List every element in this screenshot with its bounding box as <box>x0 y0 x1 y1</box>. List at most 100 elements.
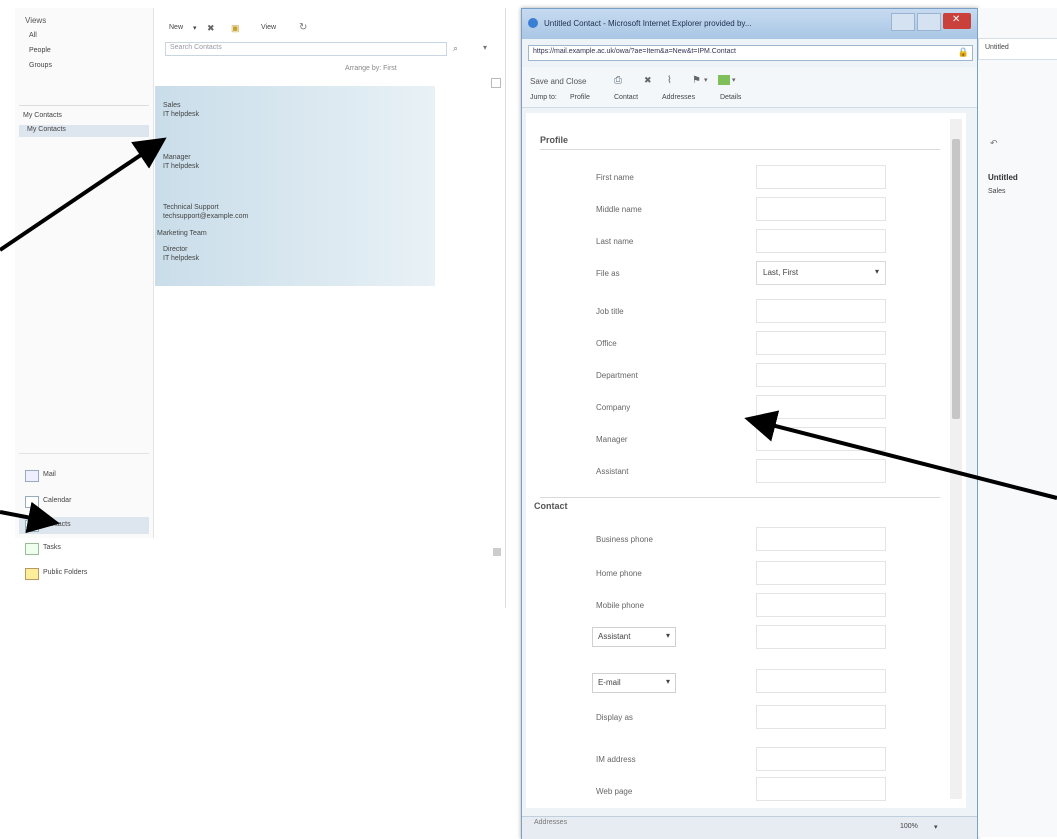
manager-field[interactable] <box>756 427 886 451</box>
refresh-icon[interactable]: ↻ <box>299 22 307 33</box>
last-name-field[interactable] <box>756 229 886 253</box>
search-placeholder: Search Contacts <box>170 44 222 51</box>
folder-my-contacts[interactable]: My Contacts <box>19 125 149 137</box>
close-button[interactable]: ✕ <box>943 13 971 29</box>
zoom-level[interactable]: 100% <box>900 823 918 830</box>
view-button[interactable]: View <box>261 24 276 31</box>
assistant-phone-field[interactable] <box>756 625 886 649</box>
job-title-field[interactable] <box>756 299 886 323</box>
phone-type-value: Assistant <box>598 632 631 641</box>
list-item[interactable]: Sales IT helpdesk <box>163 102 199 118</box>
tab-details[interactable]: Details <box>720 94 741 101</box>
web-page-field[interactable] <box>756 777 886 801</box>
save-close-button[interactable]: Save and Close <box>530 77 586 86</box>
lock-icon: 🔒 <box>957 47 969 57</box>
chevron-down-icon[interactable]: ▾ <box>934 823 938 831</box>
nav-public-folders[interactable]: Public Folders <box>23 566 143 582</box>
nav-mail[interactable]: Mail <box>23 468 143 484</box>
chevron-down-icon: ▾ <box>665 631 670 640</box>
folder-icon[interactable]: ▣ <box>231 23 240 34</box>
print-icon[interactable]: ⎙ <box>614 75 622 86</box>
arrange-by[interactable]: Arrange by: First <box>345 65 397 72</box>
mobile-phone-field[interactable] <box>756 593 886 617</box>
address-bar[interactable]: https://mail.example.ac.uk/owa/?ae=Item&… <box>528 45 973 61</box>
contact-detail: IT helpdesk <box>163 255 200 262</box>
address-text: https://mail.example.ac.uk/owa/?ae=Item&… <box>533 48 736 55</box>
close-icon: ✕ <box>952 14 961 25</box>
home-phone-field[interactable] <box>756 561 886 585</box>
list-item[interactable]: Director IT helpdesk <box>163 246 199 262</box>
flag-icon[interactable]: ⚑ <box>692 75 701 86</box>
divider <box>19 105 149 106</box>
email-field[interactable] <box>756 669 886 693</box>
section-contact: Contact <box>534 501 568 511</box>
tab-profile[interactable]: Profile <box>570 94 590 101</box>
divider <box>540 497 940 498</box>
contact-list-pane: New ▾ ✖ ▣ View ↻ Search Contacts ⌕ ▾ Arr… <box>155 8 506 608</box>
company-field[interactable] <box>756 395 886 419</box>
nav-mail-label: Mail <box>43 471 56 478</box>
maximize-button[interactable] <box>917 13 941 31</box>
office-field[interactable] <box>756 331 886 355</box>
scrollbar-thumb[interactable] <box>952 139 960 419</box>
scroll-up-icon[interactable] <box>491 78 501 88</box>
chevron-down-icon[interactable]: ▾ <box>732 76 736 84</box>
divider <box>540 149 940 150</box>
calendar-icon <box>25 496 39 508</box>
search-icon[interactable]: ⌕ <box>453 43 458 54</box>
display-as-field[interactable] <box>756 705 886 729</box>
file-as-select[interactable]: Last, First ▾ <box>756 261 886 285</box>
department-label: Department <box>596 371 638 380</box>
contact-form: Profile First name Middle name Last name… <box>526 113 966 808</box>
scroll-down-icon[interactable] <box>493 548 501 556</box>
navigation-pane: Views All People Groups My Contacts My C… <box>15 8 154 538</box>
nav-contacts[interactable]: Contacts <box>19 517 149 534</box>
tab-contact[interactable]: Contact <box>614 94 638 101</box>
nav-item-all[interactable]: All <box>29 32 37 39</box>
chevron-down-icon[interactable]: ▾ <box>483 43 487 52</box>
first-name-label: First name <box>596 173 634 182</box>
email-type-select[interactable]: E-mail ▾ <box>592 673 676 693</box>
nav-public-folders-label: Public Folders <box>43 569 88 576</box>
chevron-down-icon[interactable]: ▾ <box>193 24 197 32</box>
vertical-scrollbar[interactable] <box>950 119 962 799</box>
chevron-down-icon[interactable]: ▾ <box>704 76 708 84</box>
nav-item-groups[interactable]: Groups <box>29 62 52 69</box>
search-input[interactable]: Search Contacts <box>165 42 447 56</box>
business-phone-field[interactable] <box>756 527 886 551</box>
x-icon[interactable]: ✖ <box>207 23 215 34</box>
public-folders-icon <box>25 568 39 580</box>
jump-to-label: Jump to: <box>530 94 557 101</box>
phone-type-select[interactable]: Assistant ▾ <box>592 627 676 647</box>
nav-calendar-label: Calendar <box>43 497 72 504</box>
contact-name: Manager <box>163 154 191 161</box>
section-addresses-peek: Addresses <box>534 819 568 826</box>
list-item[interactable]: Manager IT helpdesk <box>163 154 199 170</box>
tab-addresses[interactable]: Addresses <box>662 94 695 101</box>
chevron-down-icon: ▾ <box>874 267 879 276</box>
reply-icon[interactable]: ↶ <box>990 138 998 149</box>
tasks-icon <box>25 543 39 555</box>
middle-name-field[interactable] <box>756 197 886 221</box>
nav-tasks[interactable]: Tasks <box>23 541 143 557</box>
nav-item-people[interactable]: People <box>29 47 51 54</box>
im-address-field[interactable] <box>756 747 886 771</box>
department-field[interactable] <box>756 363 886 387</box>
assistant-field[interactable] <box>756 459 886 483</box>
first-name-field[interactable] <box>756 165 886 189</box>
nav-calendar[interactable]: Calendar <box>23 494 143 510</box>
x-icon[interactable]: ✖ <box>644 75 652 86</box>
office-label: Office <box>596 339 617 348</box>
owa-window: Views All People Groups My Contacts My C… <box>0 0 515 837</box>
title-bar[interactable]: Untitled Contact - Microsoft Internet Ex… <box>522 9 977 39</box>
paperclip-icon[interactable]: ⌇ <box>667 75 672 86</box>
category-icon[interactable] <box>718 75 730 85</box>
new-button[interactable]: New <box>169 24 183 31</box>
minimize-button[interactable] <box>891 13 915 31</box>
contact-toolbar: Save and Close ⎙ ✖ ⌇ ⚑ ▾ ▾ Jump to: Prof… <box>522 67 977 108</box>
list-item[interactable]: Technical Support techsupport@example.co… <box>163 204 248 220</box>
browser-tab[interactable]: Untitled <box>978 38 1057 60</box>
assistant-label: Assistant <box>596 467 629 476</box>
contact-name: Sales <box>163 102 181 109</box>
list-item[interactable]: Marketing Team <box>157 230 207 237</box>
